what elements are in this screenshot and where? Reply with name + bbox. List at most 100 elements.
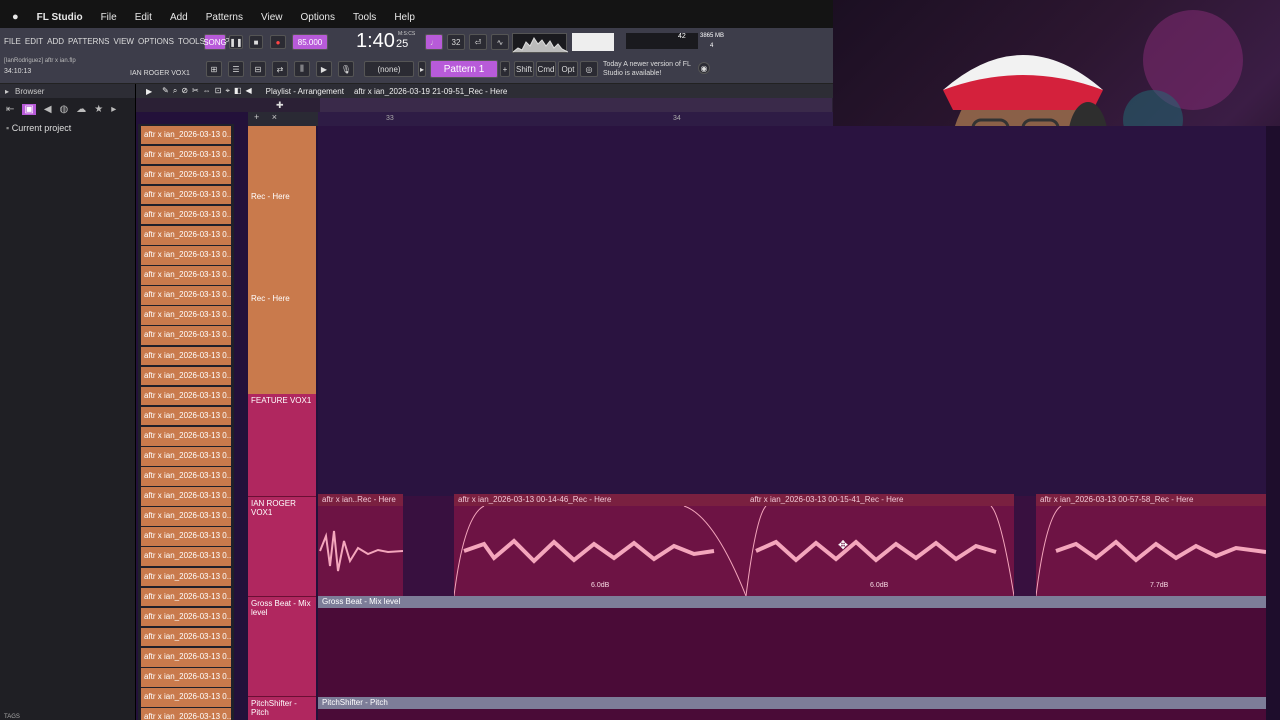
clip-list-item[interactable]: aftr x ian_2026-03-13 0... <box>141 246 231 265</box>
step-icon[interactable]: 32 <box>447 34 465 50</box>
clip-list-item[interactable]: aftr x ian_2026-03-13 0... <box>141 647 231 667</box>
audio-clip-header[interactable]: aftr x ian_2026-03-13 00-15-41_Rec - Her… <box>746 494 1014 506</box>
audio-clip[interactable] <box>318 506 404 596</box>
menu-file[interactable]: File <box>101 12 117 23</box>
track-feature-vox[interactable]: FEATURE VOX1 <box>248 394 316 496</box>
loop-icon[interactable]: ∿ <box>491 34 509 50</box>
playlist-icon[interactable]: ☰ <box>228 61 244 77</box>
stop-button[interactable]: ■ <box>249 35 263 49</box>
browser-item-current-project[interactable]: ▪ Current project <box>0 120 135 136</box>
pattern-add-icon[interactable]: + <box>500 61 510 77</box>
clip-list-item[interactable]: aftr x ian_2026-03-13 0... <box>141 688 231 707</box>
song-mode-toggle[interactable]: SONG <box>203 34 227 50</box>
menu-add[interactable]: Add <box>170 12 188 23</box>
automation-clip-gross-beat[interactable]: Gross Beat - Mix level <box>318 596 1266 608</box>
metronome-icon[interactable]: ♩ <box>425 34 443 50</box>
clip-list-item[interactable]: aftr x ian_2026-03-13 0... <box>141 326 231 346</box>
add-track-icon[interactable]: ✚ <box>276 100 284 111</box>
pattern-prev-icon[interactable]: ▸ <box>418 61 426 77</box>
automation-clip-pitch-shifter[interactable]: PitchShifter - Pitch <box>318 697 1266 709</box>
overview-scrollbar[interactable] <box>320 98 832 112</box>
clip-list-item[interactable]: aftr x ian_2026-03-13 0... <box>141 225 231 245</box>
news-icon[interactable]: ◎ <box>580 61 598 77</box>
clip-list-item[interactable]: aftr x ian_2026-03-13 0... <box>141 527 231 546</box>
clip-list-item[interactable]: aftr x ian_2026-03-13 0... <box>141 507 231 526</box>
wait-icon[interactable]: ⏎ <box>469 34 487 50</box>
fl-menu-add[interactable]: ADD <box>47 37 64 46</box>
clip-list-item[interactable]: aftr x ian_2026-03-13 0... <box>141 668 231 687</box>
clip-list-item[interactable]: aftr x ian_2026-03-13 0... <box>141 406 231 426</box>
piano-roll-icon[interactable]: ⊟ <box>250 61 266 77</box>
fl-menu-tools[interactable]: TOOLS <box>178 37 205 46</box>
cmd-key[interactable]: Cmd <box>536 61 556 77</box>
mixer-icon[interactable]: ⫼ <box>294 61 310 77</box>
back-icon[interactable]: ◀ <box>44 104 52 115</box>
fl-menu-file[interactable]: FILE <box>4 37 21 46</box>
track-ian-roger-vox[interactable]: IAN ROGER VOX1 <box>248 496 316 596</box>
clip-list-item[interactable]: aftr x ian_2026-03-13 0... <box>141 426 231 446</box>
apple-icon[interactable]: ● <box>12 11 19 23</box>
snap-select[interactable]: (none) <box>364 61 414 77</box>
clip-list-item[interactable]: aftr x ian_2026-03-13 0... <box>141 185 231 205</box>
clip-list-item[interactable]: aftr x ian_2026-03-13 0... <box>141 607 231 627</box>
news-message[interactable]: Today A newer version of FL Studio is av… <box>603 60 697 78</box>
audio-clip-header[interactable]: aftr x ian..Rec - Here <box>318 494 403 506</box>
clip-list-item[interactable]: aftr x ian_2026-03-13 0... <box>141 708 231 720</box>
clip-list-item[interactable]: aftr x ian_2026-03-13 0... <box>141 567 231 587</box>
collapse-icon[interactable]: ⇤ <box>6 104 14 115</box>
menu-help[interactable]: Help <box>394 12 415 23</box>
clip-list-item[interactable]: aftr x ian_2026-03-13 0... <box>141 286 231 305</box>
opt-key[interactable]: Opt <box>558 61 578 77</box>
clip-list-item[interactable]: aftr x ian_2026-03-13 0... <box>141 125 231 145</box>
clip-list-item[interactable]: aftr x ian_2026-03-13 0... <box>141 145 231 165</box>
clip-list-item[interactable]: aftr x ian_2026-03-13 0... <box>141 205 231 225</box>
app-name[interactable]: FL Studio <box>37 12 83 23</box>
track-rec-here[interactable]: Rec - Here Rec - Here <box>248 126 316 394</box>
playlist-grid[interactable]: aftr x ian..Rec - Here aftr x ian_2026-0… <box>318 126 1280 720</box>
clip-list-item[interactable]: aftr x ian_2026-03-13 0... <box>141 346 231 366</box>
clip-list-item[interactable]: aftr x ian_2026-03-13 0... <box>141 266 231 285</box>
record-button[interactable]: ● <box>270 35 286 49</box>
pattern-selector[interactable]: Pattern 1 <box>430 60 498 78</box>
clip-list-item[interactable]: aftr x ian_2026-03-13 0... <box>141 587 231 607</box>
audio-clip[interactable]: 6.0dB <box>453 505 747 597</box>
microphone-icon[interactable]: 🎙 <box>338 61 354 77</box>
playlist-tools-icon[interactable]: ✎⌕⊘✂⇔⊡⌖◧◀ <box>162 86 256 96</box>
menu-options[interactable]: Options <box>300 12 334 23</box>
clip-list-item[interactable]: aftr x ian_2026-03-13 0... <box>141 627 231 647</box>
shift-key[interactable]: Shift <box>514 61 534 77</box>
tempo-display[interactable]: 85.000 <box>292 34 328 50</box>
close-icon[interactable]: × <box>272 112 277 122</box>
audio-clip-header[interactable]: aftr x ian_2026-03-13 00-57-58_Rec - Her… <box>1036 494 1266 506</box>
clip-list-item[interactable]: aftr x ian_2026-03-13 0... <box>141 306 231 325</box>
clip-list-item[interactable]: aftr x ian_2026-03-13 0... <box>141 467 231 486</box>
online-icon[interactable]: ◉ <box>698 62 710 74</box>
audio-clip[interactable]: 7.7dB <box>1035 505 1267 597</box>
fl-menu-view[interactable]: VIEW <box>114 37 134 46</box>
audio-clip-header[interactable]: aftr x ian_2026-03-13 00-14-46_Rec - Her… <box>454 494 746 506</box>
vertical-scrollbar[interactable] <box>1266 126 1280 720</box>
folder-icon[interactable]: ▣ <box>22 103 36 115</box>
channel-rack-icon[interactable]: ⇄ <box>272 61 288 77</box>
playlist-play-icon[interactable]: ▶ <box>146 87 152 96</box>
browser-menu-icon[interactable]: ▸ <box>5 87 9 96</box>
timeline-ruler[interactable]: 33 34 <box>318 112 833 126</box>
clip-list-item[interactable]: aftr x ian_2026-03-13 0... <box>141 386 231 406</box>
fl-menu-patterns[interactable]: PATTERNS <box>68 37 109 46</box>
play-arrow-icon[interactable]: ▶ <box>316 61 332 77</box>
forward-icon[interactable]: ▸ <box>111 104 116 115</box>
track-gross-beat[interactable]: Gross Beat - Mix level <box>248 596 316 696</box>
menu-patterns[interactable]: Patterns <box>206 12 243 23</box>
audio-clip[interactable]: 6.0dB <box>745 505 1015 597</box>
star-icon[interactable]: ★ <box>94 104 103 115</box>
pause-button[interactable]: ❚❚ <box>229 35 243 49</box>
master-volume-slider[interactable] <box>572 33 614 51</box>
add-icon[interactable]: + <box>254 112 259 122</box>
menu-tools[interactable]: Tools <box>353 12 376 23</box>
clip-list-item[interactable]: aftr x ian_2026-03-13 0... <box>141 447 231 466</box>
clip-list-item[interactable]: aftr x ian_2026-03-13 0... <box>141 366 231 386</box>
menu-view[interactable]: View <box>261 12 283 23</box>
menu-edit[interactable]: Edit <box>135 12 152 23</box>
cloud-icon[interactable]: ☁ <box>76 104 86 115</box>
snap-icon[interactable]: ⊞ <box>206 61 222 77</box>
